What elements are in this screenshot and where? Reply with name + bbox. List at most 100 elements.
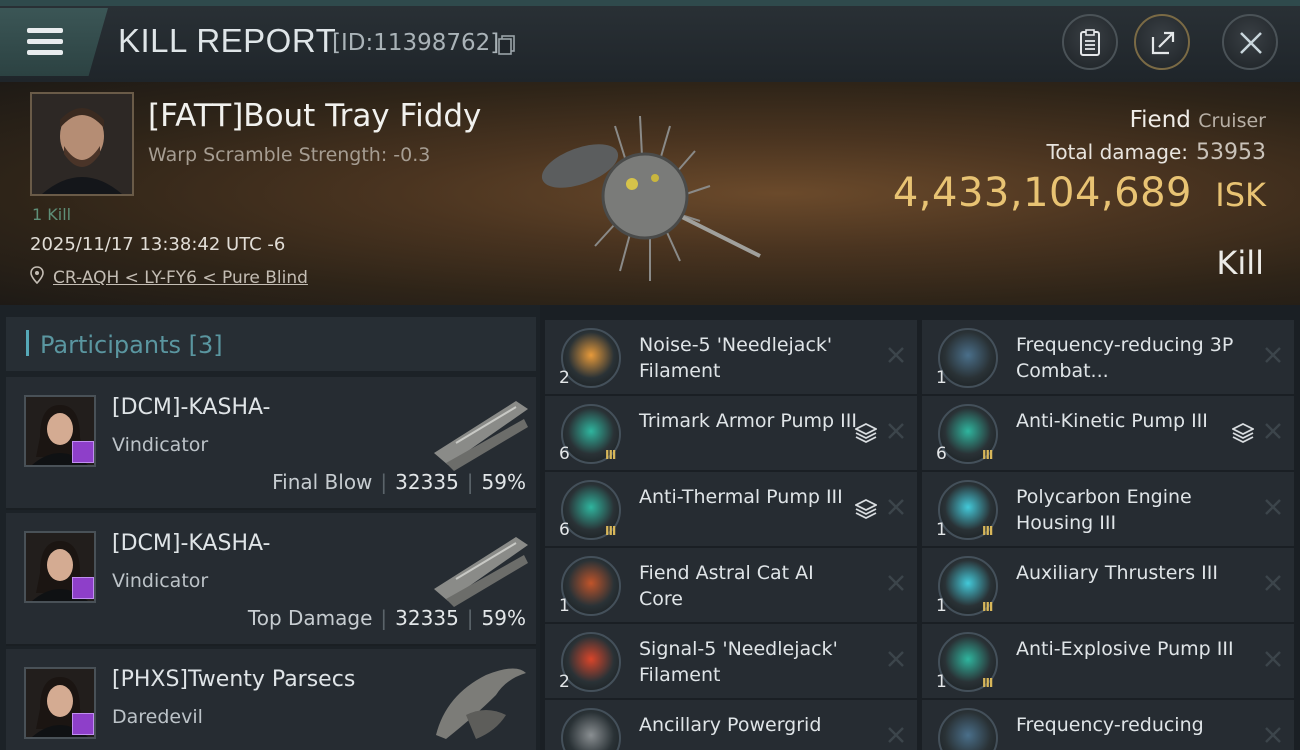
victim-ship: Fiend Cruiser bbox=[1130, 107, 1266, 133]
warp-scramble-strength: Warp Scramble Strength: -0.3 bbox=[148, 144, 431, 166]
share-button[interactable] bbox=[1134, 14, 1190, 70]
header-accent bbox=[26, 330, 29, 356]
module-tier-badge: III bbox=[982, 524, 993, 538]
participant-stat-label: Top Damage bbox=[247, 606, 373, 630]
module-item[interactable]: 2 Noise-5 'Needlejack' Filament bbox=[545, 320, 917, 394]
stat-separator: | bbox=[380, 606, 388, 630]
module-name: Anti-Thermal Pump III bbox=[639, 486, 843, 508]
isk-value: 4,433,104,689 bbox=[892, 170, 1192, 216]
close-icon[interactable] bbox=[1264, 422, 1282, 440]
module-name: Frequency-reducing 3P Combat... bbox=[1016, 334, 1234, 382]
close-icon[interactable] bbox=[1264, 574, 1282, 592]
module-quantity: 1 bbox=[936, 672, 947, 692]
total-damage-value: 53953 bbox=[1196, 140, 1266, 165]
menu-icon-bar bbox=[27, 39, 63, 44]
module-quantity: 6 bbox=[559, 520, 570, 540]
close-icon[interactable] bbox=[1264, 650, 1282, 668]
module-item[interactable]: Ancillary Powergrid bbox=[545, 700, 917, 750]
total-damage: Total damage: 53953 bbox=[1047, 140, 1267, 165]
result-label: Kill bbox=[1216, 244, 1264, 282]
module-item[interactable]: 1 Fiend Astral Cat AI Core bbox=[545, 548, 917, 622]
module-name: Ancillary Powergrid bbox=[639, 714, 822, 736]
module-item[interactable]: 1 III Polycarbon Engine Housing III bbox=[922, 472, 1294, 546]
victim-ship-image bbox=[541, 115, 761, 281]
participant-ship: Daredevil bbox=[112, 706, 203, 728]
module-quantity: 2 bbox=[559, 672, 570, 692]
participant-damage-percent: 59% bbox=[481, 470, 526, 494]
participants-panel: Participants [3] [DCM]-KASHA- Vindicator F… bbox=[0, 305, 540, 750]
top-bar-accent bbox=[0, 0, 1300, 6]
module-icon bbox=[938, 328, 998, 388]
avatar bbox=[32, 94, 132, 194]
module-quantity: 1 bbox=[936, 520, 947, 540]
clipboard-icon bbox=[1080, 29, 1100, 56]
close-icon[interactable] bbox=[887, 346, 905, 364]
module-icon bbox=[561, 708, 621, 750]
participant-ship-image bbox=[434, 537, 528, 607]
module-tier-badge: III bbox=[982, 600, 993, 614]
module-tier-badge: III bbox=[982, 676, 993, 690]
module-item[interactable]: 6 III Anti-Kinetic Pump III bbox=[922, 396, 1294, 470]
module-name: Anti-Kinetic Pump III bbox=[1016, 410, 1208, 432]
module-name: Auxiliary Thrusters III bbox=[1016, 562, 1218, 584]
module-name: Polycarbon Engine Housing III bbox=[1016, 486, 1192, 534]
participant-damage-percent: 59% bbox=[481, 606, 526, 630]
close-icon bbox=[1240, 32, 1262, 54]
faction-badge bbox=[72, 577, 94, 599]
close-icon[interactable] bbox=[887, 574, 905, 592]
menu-icon-bar bbox=[27, 50, 63, 55]
stat-separator: | bbox=[466, 470, 474, 494]
module-item[interactable]: 2 Signal-5 'Needlejack' Filament bbox=[545, 624, 917, 698]
faction-badge bbox=[72, 713, 94, 735]
module-item[interactable]: 1 III Anti-Explosive Pump III bbox=[922, 624, 1294, 698]
stack-icon bbox=[855, 422, 877, 444]
module-quantity: 2 bbox=[559, 368, 570, 388]
close-icon[interactable] bbox=[1264, 726, 1282, 744]
isk-unit: ISK bbox=[1215, 176, 1266, 214]
close-icon[interactable] bbox=[887, 422, 905, 440]
module-name: Signal-5 'Needlejack' Filament bbox=[639, 638, 838, 686]
module-icon bbox=[938, 708, 998, 750]
page-title: KILL REPORT bbox=[118, 22, 337, 59]
participant-damage: 32335 bbox=[395, 470, 459, 494]
victim-portrait[interactable] bbox=[30, 92, 134, 196]
participant-row[interactable]: [PHXS]Twenty Parsecs Daredevil bbox=[6, 649, 536, 750]
participants-title: Participants [3] bbox=[40, 331, 223, 359]
close-icon[interactable] bbox=[1264, 346, 1282, 364]
clipboard-button[interactable] bbox=[1062, 14, 1118, 70]
share-icon bbox=[1151, 31, 1175, 55]
close-icon[interactable] bbox=[1264, 498, 1282, 516]
ship-name: Fiend bbox=[1129, 107, 1191, 133]
close-icon[interactable] bbox=[887, 726, 905, 744]
participant-stat-label: Final Blow bbox=[272, 470, 373, 494]
module-name: Anti-Explosive Pump III bbox=[1016, 638, 1234, 660]
participant-name: [DCM]-KASHA- bbox=[112, 531, 271, 556]
stat-separator: | bbox=[466, 606, 474, 630]
module-item[interactable]: 1 III Auxiliary Thrusters III bbox=[922, 548, 1294, 622]
victim-name[interactable]: [FATT]Bout Tray Fiddy bbox=[148, 98, 481, 134]
kill-count: 1 Kill bbox=[32, 205, 72, 224]
module-item[interactable]: 6 III Trimark Armor Pump III bbox=[545, 396, 917, 470]
participant-row[interactable]: [DCM]-KASHA- Vindicator Final Blow | 32335 | 5… bbox=[6, 377, 536, 510]
close-icon[interactable] bbox=[887, 650, 905, 668]
location-link[interactable]: CR-AQH < LY-FY6 < Pure Blind bbox=[53, 268, 308, 288]
module-item[interactable]: 6 III Anti-Thermal Pump III bbox=[545, 472, 917, 546]
close-button[interactable] bbox=[1222, 14, 1278, 70]
participant-ship: Vindicator bbox=[112, 434, 209, 456]
module-icon bbox=[561, 632, 621, 692]
module-quantity: 1 bbox=[936, 596, 947, 616]
stat-separator: | bbox=[380, 470, 388, 494]
participants-header: Participants [3] bbox=[6, 317, 536, 371]
stack-icon bbox=[855, 498, 877, 520]
close-icon[interactable] bbox=[887, 498, 905, 516]
module-item[interactable]: 1 Frequency-reducing 3P Combat... bbox=[922, 320, 1294, 394]
copy-icon[interactable] bbox=[498, 35, 515, 55]
report-id: [ID:11398762] bbox=[332, 30, 500, 56]
module-tier-badge: III bbox=[605, 524, 616, 538]
participant-damage: 32335 bbox=[395, 606, 459, 630]
module-item[interactable]: Frequency-reducing bbox=[922, 700, 1294, 750]
module-icon bbox=[561, 328, 621, 388]
participant-row[interactable]: [DCM]-KASHA- Vindicator Top Damage | 32335 | 5… bbox=[6, 513, 536, 646]
menu-icon bbox=[27, 28, 63, 33]
participant-ship: Vindicator bbox=[112, 570, 209, 592]
